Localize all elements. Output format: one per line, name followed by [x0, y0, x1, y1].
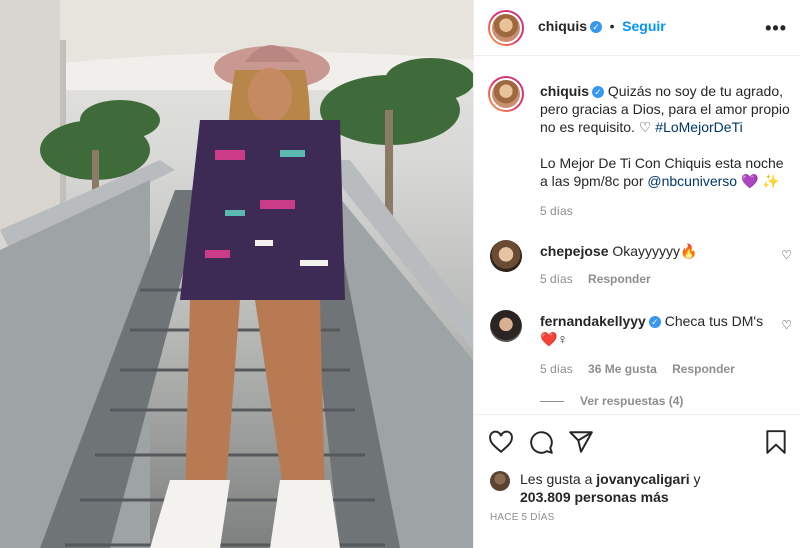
- comment-time[interactable]: 5 días: [540, 362, 573, 376]
- follow-button[interactable]: Seguir: [622, 18, 666, 34]
- replies-divider: [540, 401, 564, 403]
- action-bar: [474, 414, 800, 466]
- liker-username[interactable]: jovanycaligari: [596, 471, 689, 487]
- separator-dot: •: [609, 18, 615, 34]
- comment-bubble-icon[interactable]: [528, 429, 554, 455]
- caption-emoji: 💜 ✨: [737, 173, 780, 189]
- comment-time[interactable]: 5 días: [540, 272, 573, 286]
- photo-scene-illustration: [0, 0, 473, 548]
- caption-text: chiquis ✓ Quizás no soy de tu agrado, per…: [540, 82, 790, 190]
- hashtag-link[interactable]: #LoMejorDeTi: [655, 119, 742, 135]
- like-heart-icon[interactable]: [488, 429, 514, 455]
- post-photo[interactable]: [0, 0, 473, 548]
- liker-avatar[interactable]: [490, 471, 510, 491]
- like-comment-heart-icon[interactable]: ♡: [781, 248, 792, 262]
- reply-button[interactable]: Responder: [588, 272, 651, 286]
- comment-1: chepejose Okayyyyyy🔥: [540, 242, 790, 260]
- view-replies-label: Ver respuestas (4): [580, 394, 684, 408]
- likes-count[interactable]: 203.809 personas más: [490, 488, 790, 506]
- comment-text: Okayyyyyy🔥: [612, 243, 698, 259]
- reply-button[interactable]: Responder: [672, 362, 735, 376]
- likes-suffix: y: [689, 471, 701, 487]
- post-header: chiquis ✓ • Seguir •••: [474, 0, 800, 56]
- caption-avatar[interactable]: [488, 76, 524, 112]
- author-avatar[interactable]: [488, 10, 524, 46]
- likes-text: Les gusta a jovanycaligari y: [490, 470, 790, 488]
- comment-meta: 5 días 36 Me gusta Responder: [540, 362, 735, 376]
- comment-avatar[interactable]: [490, 240, 522, 272]
- likes-summary: Les gusta a jovanycaligari y 203.809 per…: [490, 470, 790, 506]
- comment-avatar[interactable]: [490, 310, 522, 342]
- verified-badge-icon: ✓: [648, 316, 661, 328]
- comment-username[interactable]: fernandakellyyy: [540, 313, 646, 329]
- caption-username[interactable]: chiquis: [540, 83, 589, 99]
- comment-username[interactable]: chepejose: [540, 243, 608, 259]
- more-options-icon[interactable]: •••: [765, 18, 787, 39]
- post-side-panel: chiquis ✓ • Seguir ••• chiquis ✓ Quizás no…: [473, 0, 800, 548]
- comment-text: Checa tus DM's: [664, 313, 764, 329]
- like-comment-heart-icon[interactable]: ♡: [781, 318, 792, 332]
- comment-likes[interactable]: 36 Me gusta: [588, 362, 657, 376]
- caption-time[interactable]: 5 días: [540, 204, 573, 218]
- comment-meta: 5 días Responder: [540, 272, 651, 286]
- post-timestamp[interactable]: HACE 5 DÍAS: [490, 512, 554, 523]
- verified-badge-icon: ✓: [592, 86, 605, 98]
- save-bookmark-icon[interactable]: [763, 429, 789, 455]
- verified-badge-icon: ✓: [590, 21, 603, 33]
- author-username[interactable]: chiquis: [538, 18, 587, 34]
- comment-emoji: ❤️♀: [540, 331, 568, 347]
- view-replies-button[interactable]: Ver respuestas (4): [540, 394, 683, 408]
- comment-2: fernandakellyyy ✓ Checa tus DM's ❤️♀: [540, 312, 790, 348]
- likes-prefix: Les gusta a: [520, 471, 597, 487]
- mention-link[interactable]: @nbcuniverso: [647, 173, 737, 189]
- author-info: chiquis ✓ • Seguir: [538, 18, 666, 34]
- share-paper-plane-icon[interactable]: [568, 429, 594, 455]
